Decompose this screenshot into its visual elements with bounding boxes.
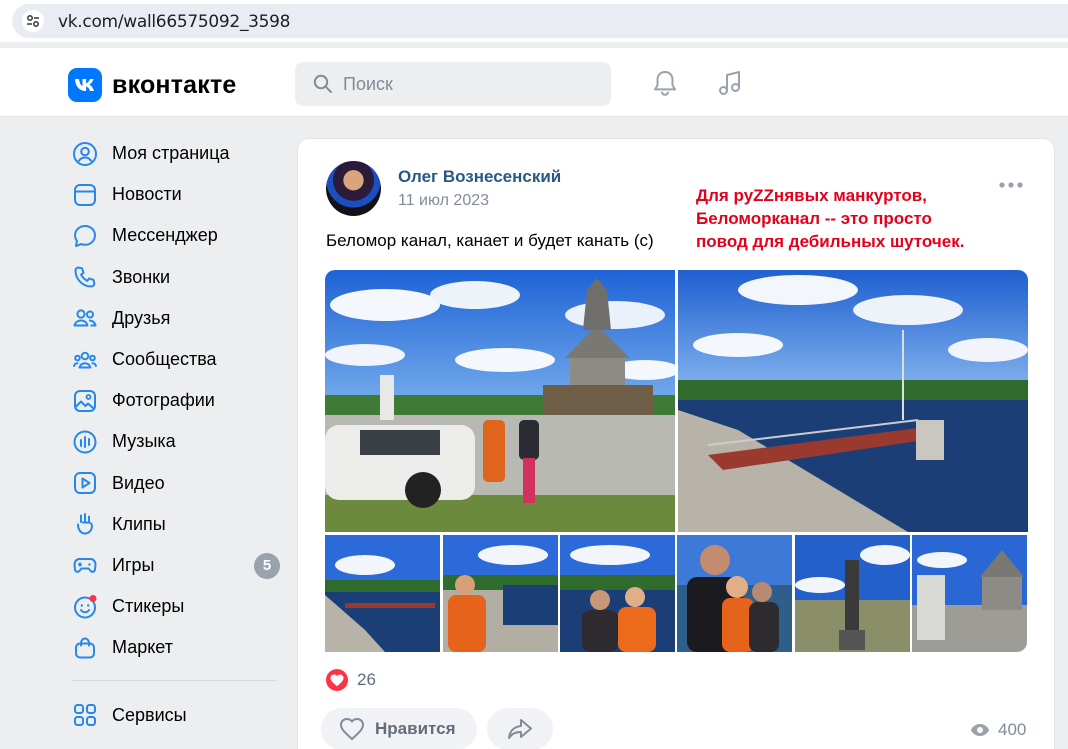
nav-friends[interactable]: Друзья xyxy=(60,298,282,339)
nav-label: Моя страница xyxy=(112,143,230,164)
search-icon xyxy=(313,74,332,93)
services-grid-icon xyxy=(72,702,98,728)
post-date[interactable]: 11 июл 2023 xyxy=(398,192,489,210)
url-text[interactable]: vk.com/wall66575092_3598 xyxy=(58,12,291,32)
nav-label: Клипы xyxy=(112,513,166,534)
video-icon xyxy=(72,470,98,496)
communities-icon xyxy=(72,347,98,373)
friends-icon xyxy=(72,305,98,331)
site-header: вконтакте xyxy=(0,48,1068,117)
games-count-badge: 5 xyxy=(254,552,280,579)
news-icon xyxy=(72,182,98,208)
clips-icon xyxy=(72,511,98,537)
nav-label: Друзья xyxy=(112,307,171,328)
url-field[interactable]: vk.com/wall66575092_3598 xyxy=(12,4,1068,38)
like-button-label: Нравится xyxy=(375,719,456,738)
reactions-summary[interactable]: 26 xyxy=(326,669,376,691)
sticker-icon xyxy=(72,594,98,620)
bell-icon[interactable] xyxy=(650,68,680,98)
post-author[interactable]: Олег Вознесенский xyxy=(398,167,561,187)
post-photo-4[interactable] xyxy=(443,535,558,652)
likes-count: 26 xyxy=(357,670,376,689)
nav-communities[interactable]: Сообщества xyxy=(60,339,282,380)
post-photo-1[interactable] xyxy=(325,270,675,532)
share-arrow-icon xyxy=(508,719,532,739)
nav-label: Видео xyxy=(112,472,165,493)
share-button[interactable] xyxy=(487,708,553,749)
user-circle-icon xyxy=(72,141,98,167)
vk-logo-icon xyxy=(68,68,102,102)
nav-label: Сообщества xyxy=(112,349,217,370)
nav-label: Сервисы xyxy=(112,704,187,725)
nav-calls[interactable]: Звонки xyxy=(60,257,282,298)
red-annotation-text: Для руZZнявых манкуртов, Беломорканал --… xyxy=(696,186,965,251)
post-photo-8[interactable] xyxy=(912,535,1027,652)
nav-label: Музыка xyxy=(112,431,176,452)
post-photo-5[interactable] xyxy=(560,535,675,652)
nav-games[interactable]: Игры 5 xyxy=(60,545,282,586)
views-counter: 400 xyxy=(970,720,1026,740)
nav-stickers[interactable]: Стикеры xyxy=(60,586,282,627)
post-photo-7[interactable] xyxy=(795,535,910,652)
vk-logo-text: вконтакте xyxy=(112,70,237,99)
nav-label: Стикеры xyxy=(112,596,185,617)
search-box[interactable] xyxy=(295,62,611,106)
nav-photos[interactable]: Фотографии xyxy=(60,380,282,421)
views-count: 400 xyxy=(998,720,1027,739)
market-bag-icon xyxy=(72,635,98,661)
photo-icon xyxy=(72,388,98,414)
heart-outline-icon xyxy=(339,717,365,741)
post-photo-2[interactable] xyxy=(678,270,1028,532)
nav-messenger[interactable]: Мессенджер xyxy=(60,215,282,256)
nav-label: Новости xyxy=(112,184,182,205)
site-settings-icon[interactable] xyxy=(22,10,44,32)
nav-news[interactable]: Новости xyxy=(60,174,282,215)
nav-label: Звонки xyxy=(112,266,171,287)
music-bars-icon xyxy=(72,429,98,455)
nav-clips[interactable]: Клипы xyxy=(60,504,282,545)
nav-services[interactable]: Сервисы xyxy=(60,694,282,735)
nav-label: Игры xyxy=(112,554,155,575)
nav-market[interactable]: Маркет xyxy=(60,627,282,668)
eye-icon xyxy=(971,724,989,736)
nav-my-page[interactable]: Моя страница xyxy=(60,133,282,174)
search-input[interactable] xyxy=(343,72,593,96)
like-button[interactable]: Нравится xyxy=(321,708,477,749)
browser-address-bar: vk.com/wall66575092_3598 xyxy=(0,0,1068,42)
nav-label: Маркет xyxy=(112,637,173,658)
heart-reaction-icon xyxy=(326,669,348,691)
phone-icon xyxy=(72,264,98,290)
more-options-icon[interactable] xyxy=(998,179,1024,191)
wall-post: Олег Вознесенский 11 июл 2023 Для руZZня… xyxy=(297,138,1055,749)
nav-label: Мессенджер xyxy=(112,225,218,246)
music-icon[interactable] xyxy=(715,68,745,98)
nav-video[interactable]: Видео xyxy=(60,463,282,504)
nav-music[interactable]: Музыка xyxy=(60,421,282,462)
nav-label: Фотографии xyxy=(112,390,215,411)
author-avatar[interactable] xyxy=(326,161,381,216)
chat-icon xyxy=(72,223,98,249)
nav-divider xyxy=(72,680,277,682)
post-photo-3[interactable] xyxy=(325,535,440,652)
post-photo-6[interactable] xyxy=(677,535,792,652)
vk-logo[interactable]: вконтакте xyxy=(68,68,237,102)
post-text: Беломор канал, канает и будет канать (с) xyxy=(326,231,654,250)
left-nav: Моя страница Новости Мессенджер Звонки Д… xyxy=(60,133,282,736)
gamepad-icon xyxy=(72,552,98,578)
